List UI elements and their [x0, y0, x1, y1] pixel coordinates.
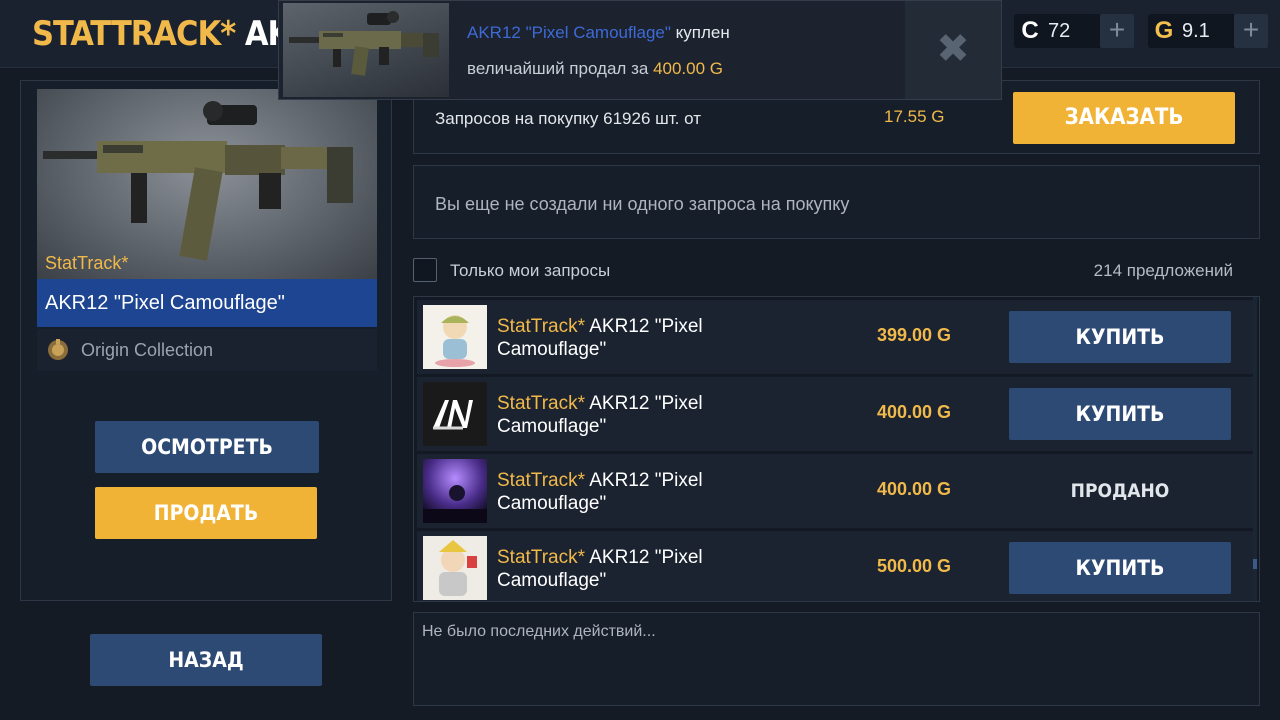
collection-row: Origin Collection	[37, 329, 377, 371]
currency-g-value: 9.1	[1182, 19, 1210, 42]
listing-row: StatTrack* AKR12 "Pixel Camouflage" 399.…	[417, 300, 1253, 374]
order-button[interactable]: ЗАКАЗАТЬ	[1013, 92, 1235, 144]
avatar	[423, 459, 487, 523]
listing-name-line2: Camouflage"	[497, 493, 607, 514]
listing-name: StatTrack* AKR12 "Pixel	[497, 470, 703, 492]
listing-name-line2: Camouflage"	[497, 339, 607, 360]
recent-activity-panel: Не было последних действий...	[413, 612, 1260, 706]
rifle-icon	[43, 101, 353, 261]
listing-name: StatTrack* AKR12 "Pixel	[497, 547, 703, 569]
listing-stattrack: StatTrack*	[497, 470, 585, 491]
currency-c-balance: C 72 +	[1014, 14, 1134, 48]
item-panel: StatTrack* AKR12 "Pixel Camouflage" Orig…	[20, 80, 392, 601]
listing-stattrack: StatTrack*	[497, 547, 585, 568]
add-currency-g-button[interactable]: +	[1234, 14, 1268, 48]
notification-item-link[interactable]: AKR12 "Pixel Camouflage"	[467, 23, 671, 42]
currency-g-balance: G 9.1 +	[1148, 14, 1268, 48]
c-coin-icon: C	[1021, 17, 1039, 44]
offers-count: 214 предложений	[1093, 261, 1233, 280]
currency-c-value: 72	[1048, 19, 1071, 42]
sold-status: ПРОДАНО	[1070, 480, 1170, 502]
listing-row: StatTrack* AKR12 "Pixel Camouflage" 400.…	[417, 454, 1253, 528]
purchase-requests-text: Запросов на покупку 61926 шт. от	[435, 109, 701, 128]
scrollbar-thumb[interactable]	[1253, 559, 1257, 569]
listing-row: StatTrack* AKR12 "Pixel Camouflage" 400.…	[417, 377, 1253, 451]
listings-scrollbar[interactable]	[1253, 297, 1257, 601]
listing-stattrack: StatTrack*	[497, 393, 585, 414]
listing-stattrack: StatTrack*	[497, 316, 585, 337]
item-stattrack-label: StatTrack*	[45, 253, 129, 273]
title-stattrack: STATTRACK*	[32, 14, 236, 54]
listings-table: StatTrack* AKR12 "Pixel Camouflage" 399.…	[413, 296, 1260, 602]
avatar	[423, 305, 487, 369]
listing-price: 400.00 G	[877, 479, 952, 499]
sell-button[interactable]: ПРОДАТЬ	[95, 487, 317, 539]
only-my-requests-checkbox[interactable]	[413, 258, 437, 282]
collection-badge-icon	[48, 339, 68, 360]
no-requests-text: Вы еще не создали ни одного запроса на п…	[435, 194, 850, 214]
add-currency-c-button[interactable]: +	[1100, 14, 1134, 48]
listing-name-line1: AKR12 "Pixel	[585, 316, 703, 337]
no-requests-panel: Вы еще не создали ни одного запроса на п…	[413, 165, 1260, 239]
listing-name: StatTrack* AKR12 "Pixel	[497, 316, 703, 338]
buy-button[interactable]: КУПИТЬ	[1009, 542, 1231, 594]
notification-seller-text: величайший продал за	[467, 59, 649, 78]
notification-line1: AKR12 "Pixel Camouflage" куплен	[467, 23, 730, 43]
item-name: AKR12 "Pixel Camouflage"	[37, 279, 377, 327]
collection-name: Origin Collection	[81, 339, 214, 360]
close-icon[interactable]: ✖	[905, 1, 1001, 99]
buy-button[interactable]: КУПИТЬ	[1009, 388, 1231, 440]
purchase-requests-price: 17.55 G	[884, 107, 945, 126]
notification-item-thumbnail	[283, 3, 449, 97]
listing-name-line2: Camouflage"	[497, 570, 607, 591]
notification-bought-text: куплен	[675, 23, 730, 42]
only-my-requests-label[interactable]: Только мои запросы	[450, 261, 610, 281]
listing-name-line1: AKR12 "Pixel	[585, 547, 703, 568]
avatar	[423, 382, 487, 446]
item-image	[37, 89, 377, 279]
listing-name: StatTrack* AKR12 "Pixel	[497, 393, 703, 415]
purchase-notification: AKR12 "Pixel Camouflage" куплен величайш…	[278, 0, 1002, 100]
inspect-button[interactable]: ОСМОТРЕТЬ	[95, 421, 319, 473]
notification-line2: величайший продал за 400.00 G	[467, 59, 723, 79]
back-button[interactable]: НАЗАД	[90, 634, 322, 686]
listing-row: StatTrack* AKR12 "Pixel Camouflage" 500.…	[417, 531, 1253, 601]
listing-name-line1: AKR12 "Pixel	[585, 393, 703, 414]
g-gold-icon: G	[1154, 17, 1174, 44]
avatar	[423, 536, 487, 600]
notification-price: 400.00 G	[653, 59, 724, 78]
recent-activity-text: Не было последних действий...	[422, 623, 656, 640]
listing-name-line1: AKR12 "Pixel	[585, 470, 703, 491]
listing-price: 400.00 G	[877, 402, 952, 422]
listing-price: 399.00 G	[877, 325, 952, 345]
filter-row: Только мои запросы 214 предложений	[413, 256, 1233, 284]
buy-button[interactable]: КУПИТЬ	[1009, 311, 1231, 363]
rifle-icon	[289, 11, 439, 76]
listing-price: 500.00 G	[877, 556, 952, 576]
listing-name-line2: Camouflage"	[497, 416, 607, 437]
